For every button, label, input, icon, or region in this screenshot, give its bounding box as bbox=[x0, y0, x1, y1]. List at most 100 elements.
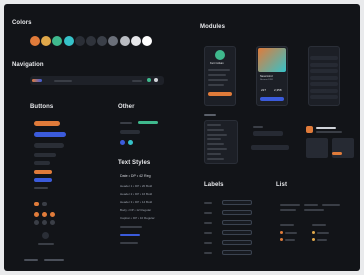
card-subtitle: Nirvana 1991 bbox=[260, 79, 274, 81]
secondary-button[interactable] bbox=[34, 132, 66, 137]
settings-row[interactable] bbox=[310, 62, 338, 67]
primary-button[interactable] bbox=[34, 121, 60, 126]
share-icon[interactable] bbox=[50, 212, 55, 217]
list-item[interactable] bbox=[285, 239, 295, 241]
blue-chip-button[interactable] bbox=[34, 178, 52, 182]
navigation-bar[interactable] bbox=[30, 76, 164, 85]
mini-card-button[interactable] bbox=[332, 152, 342, 155]
album-art bbox=[258, 48, 286, 72]
next-icon[interactable] bbox=[42, 220, 47, 225]
more-icon[interactable] bbox=[50, 220, 55, 225]
menu-item[interactable] bbox=[207, 157, 224, 160]
nav-item[interactable] bbox=[54, 80, 72, 82]
text-styles-heading: Text Styles bbox=[118, 160, 151, 166]
notification-title bbox=[316, 127, 336, 129]
menu-heading bbox=[204, 114, 216, 116]
progress-label bbox=[120, 122, 132, 124]
text-field[interactable] bbox=[222, 250, 252, 255]
list-row[interactable] bbox=[322, 204, 340, 206]
field-label bbox=[204, 232, 212, 234]
tag-chip[interactable] bbox=[120, 130, 140, 134]
card-title: Nevermind bbox=[260, 75, 273, 78]
settings-icon[interactable] bbox=[42, 232, 49, 239]
color-swatch bbox=[97, 36, 108, 46]
profile-row bbox=[208, 79, 228, 81]
list-bullet-icon bbox=[312, 231, 315, 234]
text-style-line bbox=[120, 242, 138, 244]
play-button[interactable] bbox=[260, 97, 284, 101]
prev-icon[interactable] bbox=[34, 220, 39, 225]
text-field[interactable] bbox=[222, 210, 252, 215]
settings-row[interactable] bbox=[310, 69, 338, 73]
checkbox-icon[interactable] bbox=[128, 140, 133, 145]
field-label bbox=[204, 252, 212, 254]
follow-button[interactable] bbox=[208, 92, 232, 96]
small-button[interactable] bbox=[34, 161, 50, 165]
list-item[interactable] bbox=[317, 239, 327, 241]
link-text[interactable] bbox=[120, 234, 140, 236]
text-field[interactable] bbox=[222, 240, 252, 245]
list-row[interactable] bbox=[280, 204, 300, 206]
color-swatch bbox=[86, 36, 96, 46]
toggle-off[interactable] bbox=[42, 202, 47, 206]
footer-link[interactable] bbox=[44, 259, 64, 261]
settings-row[interactable] bbox=[310, 82, 338, 86]
tertiary-button[interactable] bbox=[34, 143, 64, 148]
footer-link[interactable] bbox=[24, 259, 38, 261]
menu-item[interactable] bbox=[207, 124, 221, 126]
mini-card[interactable] bbox=[306, 138, 328, 158]
menu-item[interactable] bbox=[207, 133, 227, 136]
settings-row[interactable] bbox=[310, 88, 338, 93]
list-item[interactable] bbox=[285, 232, 297, 234]
settings-row[interactable] bbox=[310, 56, 338, 60]
text-field[interactable] bbox=[222, 230, 252, 235]
radio-icon[interactable] bbox=[120, 140, 125, 145]
navigation-heading: Navigation bbox=[12, 62, 44, 68]
dropdown-label bbox=[253, 126, 263, 128]
list-row[interactable] bbox=[304, 209, 324, 211]
design-system-board: Colors Navigation Buttons Other Text Sty… bbox=[4, 4, 360, 271]
orange-chip-button[interactable] bbox=[34, 170, 52, 174]
list-heading: List bbox=[276, 182, 288, 188]
list-subheading bbox=[280, 224, 294, 226]
nav-item[interactable] bbox=[132, 80, 142, 82]
text-field[interactable] bbox=[222, 200, 252, 205]
list-row[interactable] bbox=[304, 204, 318, 206]
notification-text bbox=[316, 131, 342, 133]
field-label bbox=[204, 222, 212, 224]
menu-item[interactable] bbox=[207, 128, 224, 131]
color-swatch bbox=[41, 36, 52, 46]
color-swatch bbox=[63, 36, 74, 46]
profile-name: Kurt Cobain bbox=[210, 62, 224, 65]
field-label bbox=[204, 212, 212, 214]
small-button[interactable] bbox=[34, 153, 56, 157]
settings-row[interactable] bbox=[310, 75, 338, 80]
text-field[interactable] bbox=[222, 220, 252, 225]
nav-user-icon[interactable] bbox=[154, 78, 158, 82]
segmented-control[interactable] bbox=[251, 145, 289, 150]
list-bullet-icon bbox=[280, 238, 283, 241]
progress-bar bbox=[138, 121, 158, 124]
field-label bbox=[204, 202, 212, 204]
text-button[interactable] bbox=[34, 187, 48, 189]
menu-item[interactable] bbox=[207, 143, 224, 146]
text-style-line bbox=[120, 226, 142, 228]
list-row[interactable] bbox=[280, 209, 296, 211]
dropdown-select[interactable] bbox=[253, 131, 283, 136]
color-swatch bbox=[108, 36, 119, 46]
list-item[interactable] bbox=[317, 232, 329, 234]
text-style-line: Header 3 • DP • 14 Bold bbox=[120, 200, 153, 204]
toggle-on[interactable] bbox=[34, 202, 39, 206]
settings-row[interactable] bbox=[310, 95, 338, 99]
play-icon[interactable] bbox=[34, 212, 39, 217]
menu-item[interactable] bbox=[207, 148, 227, 150]
stat-left: 227 bbox=[261, 88, 267, 92]
color-swatch bbox=[52, 36, 63, 46]
text-style-line: Header 1 • DP • 20 Bold bbox=[120, 184, 153, 188]
nav-logo bbox=[32, 79, 42, 82]
menu-item[interactable] bbox=[207, 152, 221, 155]
profile-row bbox=[208, 69, 230, 71]
heart-icon[interactable] bbox=[42, 212, 47, 217]
color-swatch bbox=[130, 36, 141, 46]
mini-card[interactable] bbox=[332, 138, 354, 158]
